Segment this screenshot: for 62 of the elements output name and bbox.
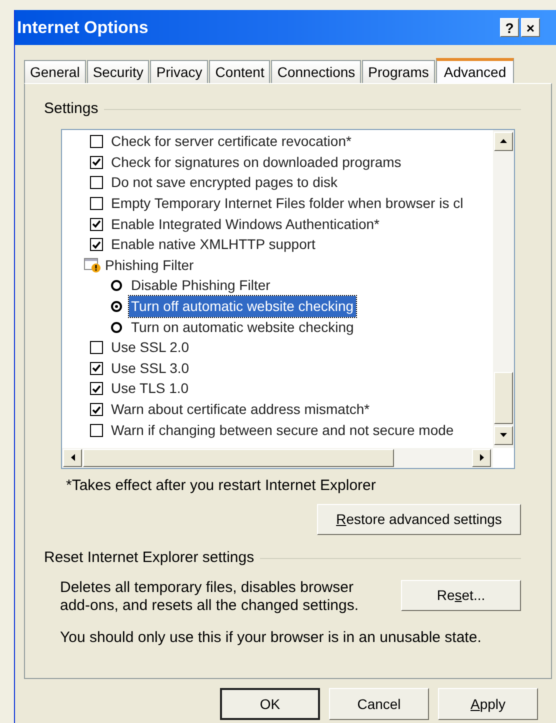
- setting-label[interactable]: Warn if changing between secure and not secure mode: [111, 420, 454, 441]
- tab[interactable]: Security: [86, 60, 150, 83]
- checkbox[interactable]: [90, 156, 103, 169]
- down-arrow-icon: [500, 433, 507, 437]
- scroll-down-button[interactable]: [494, 426, 513, 444]
- scroll-right-button[interactable]: [472, 448, 491, 466]
- setting-label[interactable]: Turn on automatic website checking: [131, 316, 354, 338]
- group-title: Reset Internet Explorer settings: [44, 548, 254, 568]
- checkbox[interactable]: [90, 176, 103, 190]
- dialog-button[interactable]: Apply: [438, 688, 538, 720]
- setting-label[interactable]: Empty Temporary Internet Files folder when browser is cl: [111, 193, 464, 214]
- dialog-button[interactable]: Cancel: [329, 688, 429, 720]
- scroll-up-button[interactable]: [494, 132, 513, 150]
- tab[interactable]: Connections: [271, 60, 362, 83]
- checkbox[interactable]: [90, 341, 103, 354]
- setting-label[interactable]: Enable native XMLHTTP support: [111, 234, 316, 256]
- dialog-button[interactable]: OK: [220, 688, 320, 720]
- checkbox[interactable]: [90, 382, 103, 396]
- restart-note: *Takes effect after you restart Internet Explorer: [66, 476, 377, 496]
- setting-label[interactable]: Check for signatures on downloaded programs: [111, 152, 402, 173]
- warning-window-icon: [84, 258, 101, 273]
- left-arrow-icon: [70, 454, 74, 461]
- tab[interactable]: General: [24, 60, 86, 83]
- checkbox[interactable]: [90, 424, 103, 437]
- setting-label[interactable]: Check for server certificate revocation*: [111, 131, 352, 152]
- right-arrow-icon: [480, 454, 484, 461]
- reset-button[interactable]: Reset...: [401, 580, 521, 610]
- tab[interactable]: Programs: [362, 60, 435, 83]
- checkbox[interactable]: [90, 135, 103, 148]
- checkbox[interactable]: [90, 238, 103, 252]
- close-button[interactable]: ×: [521, 18, 540, 37]
- window-title: Internet Options: [17, 16, 150, 39]
- radio-button[interactable]: [111, 322, 122, 333]
- reset-warning: You should only use this if your browser is in an unusable state.: [60, 628, 482, 648]
- scroll-thumb[interactable]: [83, 448, 394, 466]
- checkbox[interactable]: [90, 197, 103, 210]
- group-label: Phishing Filter: [105, 256, 194, 275]
- scroll-thumb[interactable]: [494, 372, 513, 424]
- scroll-left-button[interactable]: [63, 448, 82, 466]
- tab[interactable]: Content: [209, 60, 270, 83]
- tab[interactable]: Privacy: [150, 60, 208, 83]
- checkbox[interactable]: [90, 218, 103, 231]
- horizontal-scrollbar[interactable]: [62, 448, 493, 468]
- checkbox[interactable]: [90, 362, 103, 375]
- setting-label[interactable]: Use TLS 1.0: [111, 378, 189, 400]
- setting-label[interactable]: Enable Integrated Windows Authentication*: [111, 214, 380, 235]
- up-arrow-icon: [500, 139, 507, 143]
- setting-label[interactable]: Use SSL 3.0: [111, 358, 190, 379]
- tab[interactable]: Advanced: [436, 58, 514, 84]
- setting-label[interactable]: Warn about certificate address mismatch*: [111, 399, 370, 420]
- group-title: Settings: [44, 99, 98, 119]
- setting-label[interactable]: Turn off automatic website checking: [129, 296, 356, 318]
- radio-button[interactable]: [111, 280, 122, 292]
- reset-description: Deletes all temporary files, disables browser add-ons, and resets all the changed settings.: [60, 578, 360, 614]
- restore-advanced-settings-button[interactable]: Restore advanced settings: [317, 504, 521, 535]
- setting-label[interactable]: Disable Phishing Filter: [131, 275, 270, 296]
- vertical-scrollbar[interactable]: [493, 130, 514, 448]
- setting-label[interactable]: Do not save encrypted pages to disk: [111, 172, 338, 194]
- radio-button[interactable]: [111, 301, 122, 312]
- checkbox[interactable]: [90, 403, 103, 416]
- setting-label[interactable]: Use SSL 2.0: [111, 337, 190, 358]
- help-button[interactable]: ?: [500, 18, 519, 37]
